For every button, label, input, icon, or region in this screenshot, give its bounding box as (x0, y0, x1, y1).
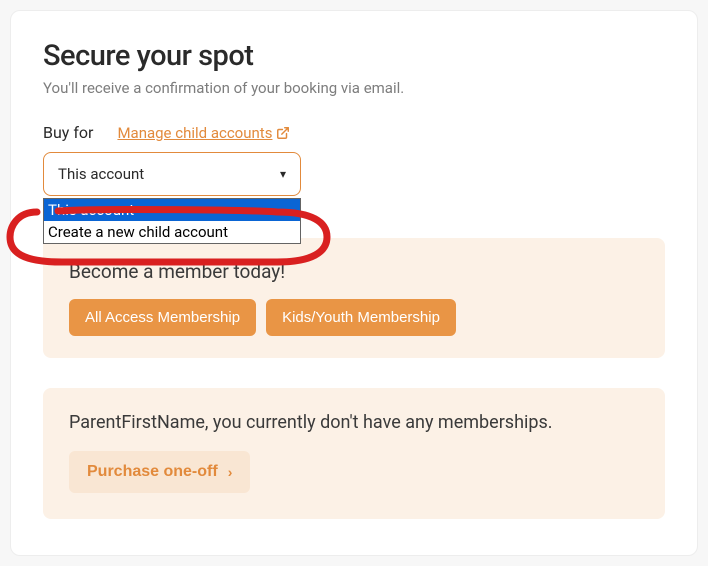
buy-for-label: Buy for (43, 123, 93, 142)
purchase-one-off-label: Purchase one-off (87, 463, 218, 481)
purchase-one-off-button[interactable]: Purchase one-off › (69, 451, 250, 493)
buy-for-dropdown: This account Create a new child account (43, 198, 301, 244)
no-membership-text: ParentFirstName, you currently don't hav… (69, 412, 639, 433)
dropdown-option-this-account[interactable]: This account (44, 199, 300, 221)
chevron-right-icon: › (228, 464, 233, 480)
manage-child-accounts-link[interactable]: Manage child accounts (117, 124, 290, 142)
become-member-title: Become a member today! (69, 260, 639, 283)
buy-for-select-wrapper: This account ▾ This account Create a new… (43, 152, 301, 196)
no-membership-panel: ParentFirstName, you currently don't hav… (43, 388, 665, 519)
external-link-icon (276, 126, 290, 140)
caret-down-icon: ▾ (280, 167, 286, 181)
page-title: Secure your spot (43, 39, 665, 73)
membership-buttons-row: All Access Membership Kids/Youth Members… (69, 299, 639, 336)
buy-for-row: Buy for Manage child accounts (43, 123, 665, 142)
select-value: This account (58, 165, 144, 183)
manage-link-text: Manage child accounts (117, 124, 272, 142)
booking-card: Secure your spot You'll receive a confir… (10, 10, 698, 556)
buy-for-select[interactable]: This account ▾ (43, 152, 301, 196)
become-member-panel: Become a member today! All Access Member… (43, 238, 665, 358)
dropdown-option-create-child[interactable]: Create a new child account (44, 221, 300, 243)
kids-youth-membership-button[interactable]: Kids/Youth Membership (266, 299, 456, 336)
all-access-membership-button[interactable]: All Access Membership (69, 299, 256, 336)
page-subtitle: You'll receive a confirmation of your bo… (43, 79, 665, 97)
